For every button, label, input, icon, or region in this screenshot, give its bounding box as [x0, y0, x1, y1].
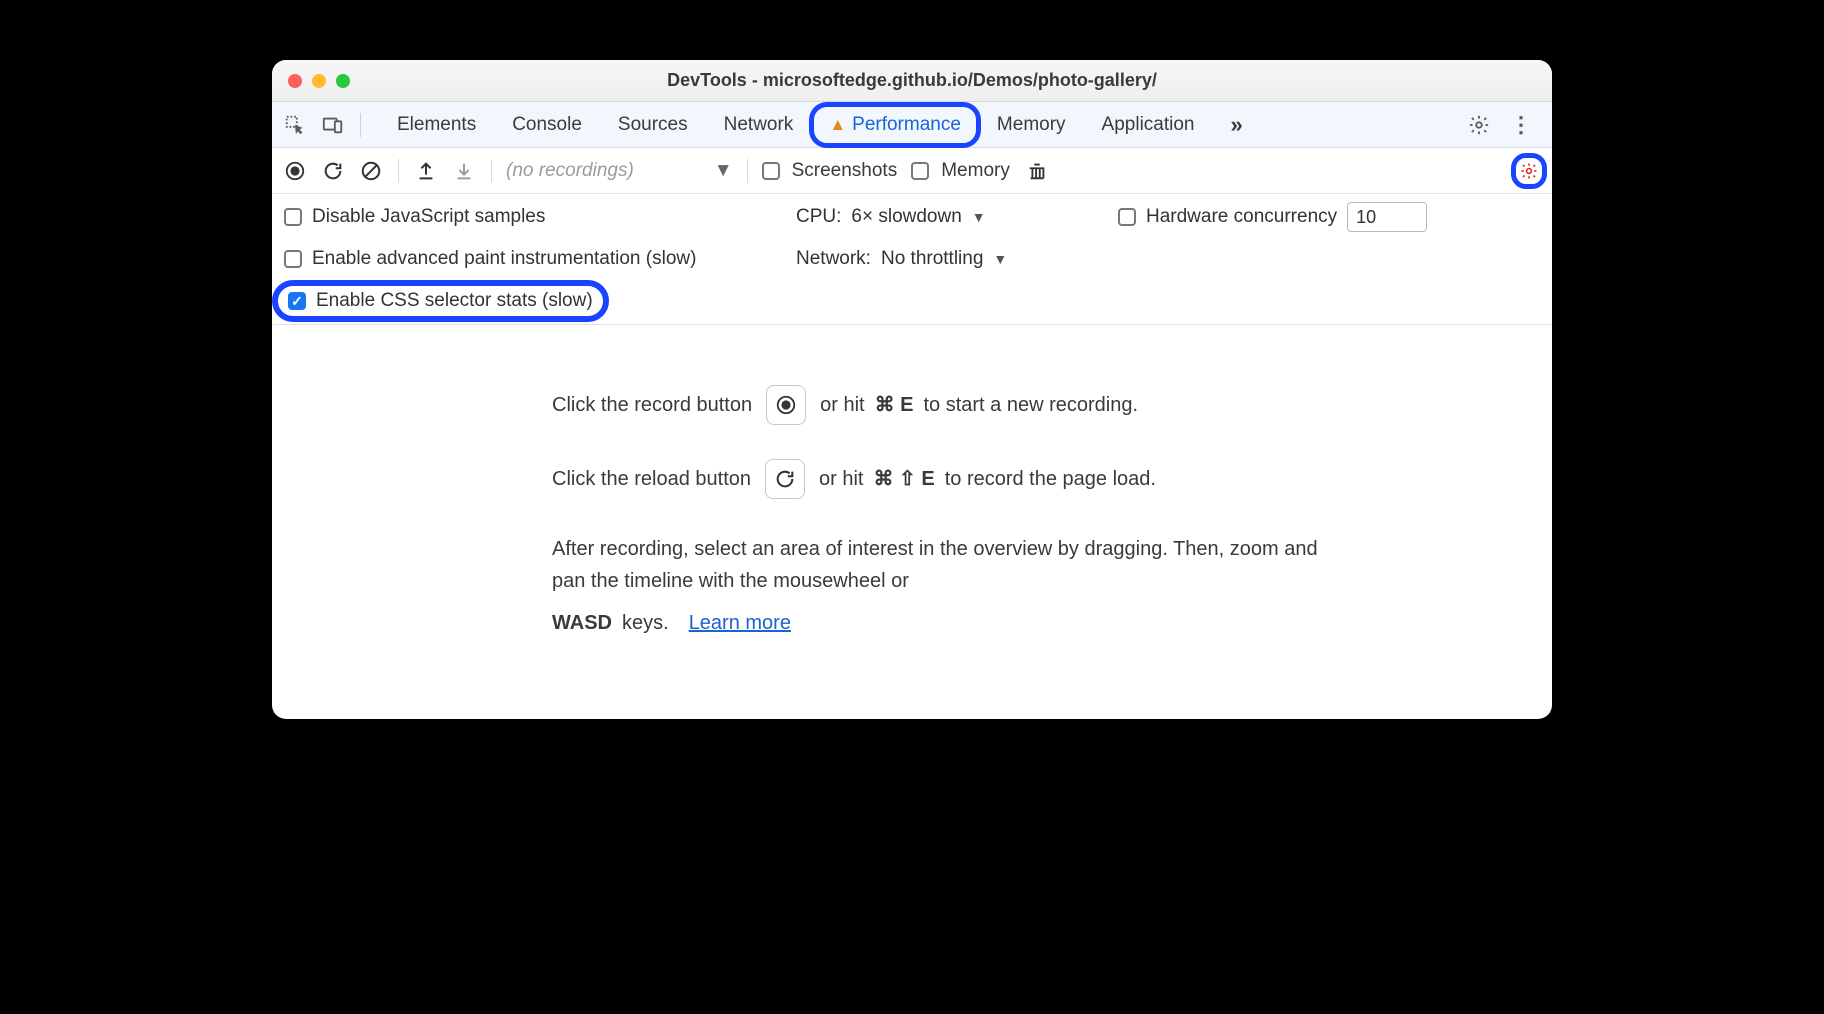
- close-window-button[interactable]: [288, 74, 302, 88]
- clear-button[interactable]: [358, 158, 384, 184]
- empty-text: to record the page load.: [945, 463, 1156, 495]
- window-controls: [288, 74, 350, 88]
- performance-toolbar: (no recordings) ▼ Screenshots Memory: [272, 148, 1552, 194]
- enable-paint-checkbox[interactable]: [284, 250, 302, 268]
- zoom-window-button[interactable]: [336, 74, 350, 88]
- enable-css-selector-checkbox[interactable]: [288, 292, 306, 310]
- garbage-collect-icon[interactable]: [1024, 158, 1050, 184]
- network-throttle-select[interactable]: No throttling ▼: [881, 248, 1007, 270]
- empty-state: Click the record button or hit ⌘ E to st…: [272, 325, 1552, 719]
- enable-css-selector-label: Enable CSS selector stats (slow): [316, 290, 593, 312]
- recordings-placeholder: (no recordings): [506, 160, 634, 182]
- hardware-concurrency-label: Hardware concurrency: [1146, 206, 1337, 228]
- chevron-down-icon: ▼: [993, 251, 1007, 267]
- tab-performance[interactable]: ▲Performance: [813, 106, 977, 144]
- screenshots-checkbox[interactable]: [762, 162, 780, 180]
- hardware-concurrency-input[interactable]: [1347, 202, 1427, 232]
- memory-label: Memory: [941, 160, 1010, 182]
- reload-record-button[interactable]: [320, 158, 346, 184]
- tab-memory[interactable]: Memory: [981, 106, 1082, 144]
- learn-more-link[interactable]: Learn more: [689, 607, 791, 639]
- enable-css-selector-row: Enable CSS selector stats (slow): [278, 286, 603, 316]
- minimize-window-button[interactable]: [312, 74, 326, 88]
- capture-settings-gear-icon[interactable]: [1516, 158, 1542, 184]
- empty-text: Click the record button: [552, 389, 752, 421]
- record-button[interactable]: [282, 158, 308, 184]
- more-options-icon[interactable]: ⋮: [1504, 108, 1538, 142]
- enable-paint-label: Enable advanced paint instrumentation (s…: [312, 248, 696, 270]
- download-profile-icon[interactable]: [451, 158, 477, 184]
- separator: [398, 159, 399, 183]
- tab-network[interactable]: Network: [708, 106, 810, 144]
- empty-text: Click the reload button: [552, 463, 751, 495]
- cpu-label: CPU:: [796, 206, 841, 228]
- chevron-down-icon: ▼: [714, 160, 733, 182]
- devtools-window: DevTools - microsoftedge.github.io/Demos…: [272, 60, 1552, 719]
- shortcut-key: ⌘ E: [875, 389, 914, 421]
- recordings-dropdown[interactable]: (no recordings) ▼: [491, 160, 733, 182]
- disable-js-samples-label: Disable JavaScript samples: [312, 206, 545, 228]
- empty-body-tail: keys.: [622, 607, 669, 639]
- separator: [360, 113, 361, 137]
- tab-console[interactable]: Console: [496, 106, 598, 144]
- hardware-concurrency-checkbox[interactable]: [1118, 208, 1136, 226]
- tab-application[interactable]: Application: [1086, 106, 1211, 144]
- capture-settings-panel: Disable JavaScript samples CPU: 6× slowd…: [272, 194, 1552, 325]
- tab-elements[interactable]: Elements: [381, 106, 492, 144]
- empty-body-text: After recording, select an area of inter…: [552, 533, 1332, 597]
- reload-button-inline[interactable]: [765, 459, 805, 499]
- panel-tabs: Elements Console Sources Network ▲Perfor…: [381, 106, 1259, 144]
- tab-sources[interactable]: Sources: [602, 106, 704, 144]
- memory-checkbox[interactable]: [911, 162, 929, 180]
- wasd-key: WASD: [552, 607, 612, 639]
- upload-profile-icon[interactable]: [413, 158, 439, 184]
- tabstrip: Elements Console Sources Network ▲Perfor…: [272, 102, 1552, 148]
- disable-js-samples-checkbox[interactable]: [284, 208, 302, 226]
- screenshots-label: Screenshots: [792, 160, 898, 182]
- network-label: Network:: [796, 248, 871, 270]
- separator: [747, 159, 748, 183]
- record-button-inline[interactable]: [766, 385, 806, 425]
- empty-text: to start a new recording.: [923, 389, 1138, 421]
- empty-text: or hit: [819, 463, 863, 495]
- titlebar: DevTools - microsoftedge.github.io/Demos…: [272, 60, 1552, 102]
- settings-gear-icon[interactable]: [1462, 108, 1496, 142]
- cpu-throttle-select[interactable]: 6× slowdown ▼: [851, 206, 985, 228]
- more-tabs-button[interactable]: »: [1215, 106, 1259, 144]
- inspect-element-icon[interactable]: [278, 108, 312, 142]
- empty-text: or hit: [820, 389, 864, 421]
- device-toolbar-icon[interactable]: [316, 108, 350, 142]
- warning-icon: ▲: [829, 115, 846, 135]
- window-title: DevTools - microsoftedge.github.io/Demos…: [272, 70, 1552, 91]
- chevron-down-icon: ▼: [972, 209, 986, 225]
- shortcut-key: ⌘ ⇧ E: [873, 463, 934, 495]
